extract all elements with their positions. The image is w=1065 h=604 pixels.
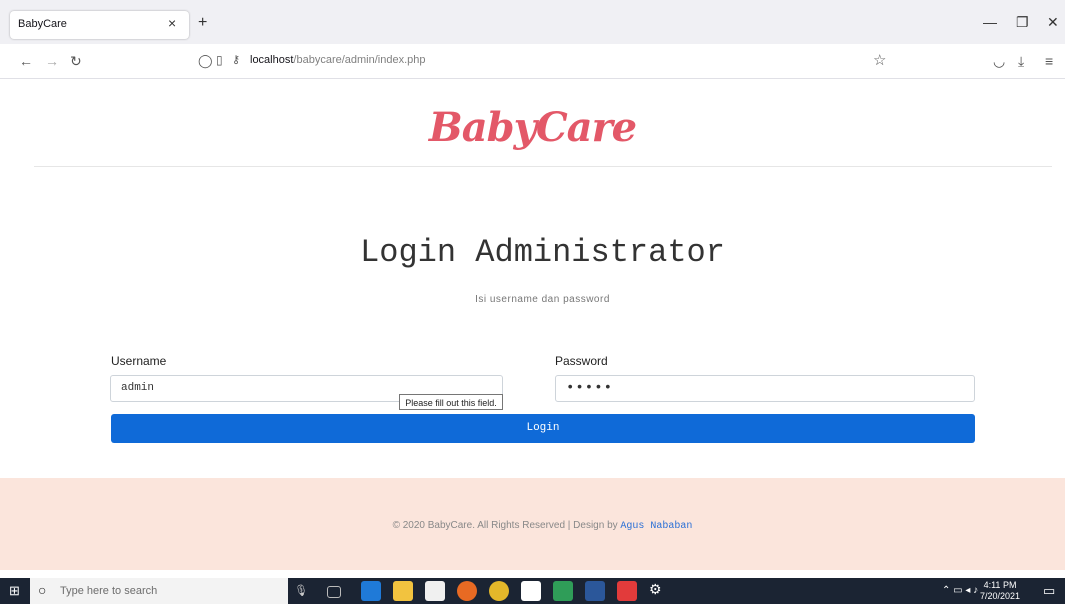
menu-icon[interactable]: ≡: [1045, 53, 1053, 69]
page-title: Login Administrator: [360, 234, 725, 271]
taskbar-search-box[interactable]: ○ Type here to search: [30, 578, 288, 604]
clock-date: 7/20/2021: [980, 591, 1021, 601]
clock-time: 4:11 PM: [983, 580, 1017, 590]
app-icon[interactable]: [553, 581, 573, 601]
close-window-icon[interactable]: ✕: [1047, 14, 1059, 31]
footer-copyright-text: © 2020 BabyCare. All Rights Reserved | D…: [392, 520, 621, 531]
browser-nav-bar: ← → ↻ ◯ ▯ ⚷ localhost/babycare/admin/ind…: [0, 44, 1065, 79]
key-icon[interactable]: ⚷: [232, 53, 240, 66]
microphone-icon[interactable]: 🎙: [294, 584, 308, 597]
chrome-icon[interactable]: [489, 581, 509, 601]
username-label: Username: [111, 354, 167, 368]
address-bar[interactable]: ◯ ▯ ⚷ localhost/babycare/admin/index.php…: [190, 48, 892, 74]
cortana-icon: ○: [38, 582, 47, 598]
url-host: localhost: [250, 54, 294, 66]
new-tab-icon[interactable]: +: [198, 14, 207, 32]
shield-icon[interactable]: ◯: [198, 53, 213, 69]
site-logo[interactable]: BabyCare: [0, 104, 1065, 151]
validation-tooltip: Please fill out this field.: [399, 394, 503, 410]
password-label: Password: [555, 354, 608, 368]
page-icon: ▯: [216, 53, 223, 67]
word-icon[interactable]: [585, 581, 605, 601]
password-field[interactable]: •••••: [555, 375, 975, 402]
reload-icon[interactable]: ↻: [70, 53, 82, 70]
browser-tab[interactable]: BabyCare ×: [10, 11, 189, 39]
store-icon[interactable]: [521, 581, 541, 601]
taskbar-clock[interactable]: 4:11 PM 7/20/2021: [980, 580, 1020, 602]
forward-icon[interactable]: →: [45, 53, 59, 69]
browser-tab-bar: BabyCare × + — ❐ ✕: [0, 0, 1065, 44]
restore-icon[interactable]: ❐: [1016, 14, 1029, 31]
minimize-icon[interactable]: —: [983, 14, 997, 30]
notification-icon[interactable]: ▭: [1043, 583, 1055, 599]
task-view-icon[interactable]: [327, 586, 341, 598]
page-subtitle: Isi username dan password: [475, 294, 610, 305]
header-divider: [34, 166, 1052, 167]
media-icon[interactable]: [617, 581, 637, 601]
firefox-icon[interactable]: [457, 581, 477, 601]
taskbar-search-placeholder: Type here to search: [60, 585, 158, 597]
settings-icon[interactable]: ⚙: [649, 581, 669, 601]
download-icon[interactable]: ⤓: [1018, 53, 1024, 70]
tab-title: BabyCare: [18, 18, 67, 30]
url-text[interactable]: localhost/babycare/admin/index.php: [250, 54, 426, 66]
close-tab-icon[interactable]: ×: [168, 15, 176, 31]
login-button[interactable]: Login: [111, 414, 975, 443]
mail-icon[interactable]: [425, 581, 445, 601]
windows-start-icon[interactable]: ⊞: [9, 583, 20, 599]
bookmark-star-icon[interactable]: ☆: [873, 51, 886, 69]
file-explorer-icon[interactable]: [393, 581, 413, 601]
pocket-icon[interactable]: ◡: [993, 53, 1005, 70]
footer-author-link[interactable]: Agus Nababan: [620, 521, 692, 532]
url-path: /babycare/admin/index.php: [293, 54, 426, 66]
tray-icons[interactable]: ⌃ ▭ ◂ ♪: [942, 585, 978, 596]
edge-icon[interactable]: [361, 581, 381, 601]
page-footer: © 2020 BabyCare. All Rights Reserved | D…: [0, 478, 1065, 570]
footer-copyright: © 2020 BabyCare. All Rights Reserved | D…: [0, 520, 1065, 532]
back-icon[interactable]: ←: [19, 53, 33, 69]
windows-taskbar: ⊞ ○ Type here to search 🎙 ⚙ ⌃ ▭ ◂ ♪ 4:11…: [0, 578, 1065, 604]
